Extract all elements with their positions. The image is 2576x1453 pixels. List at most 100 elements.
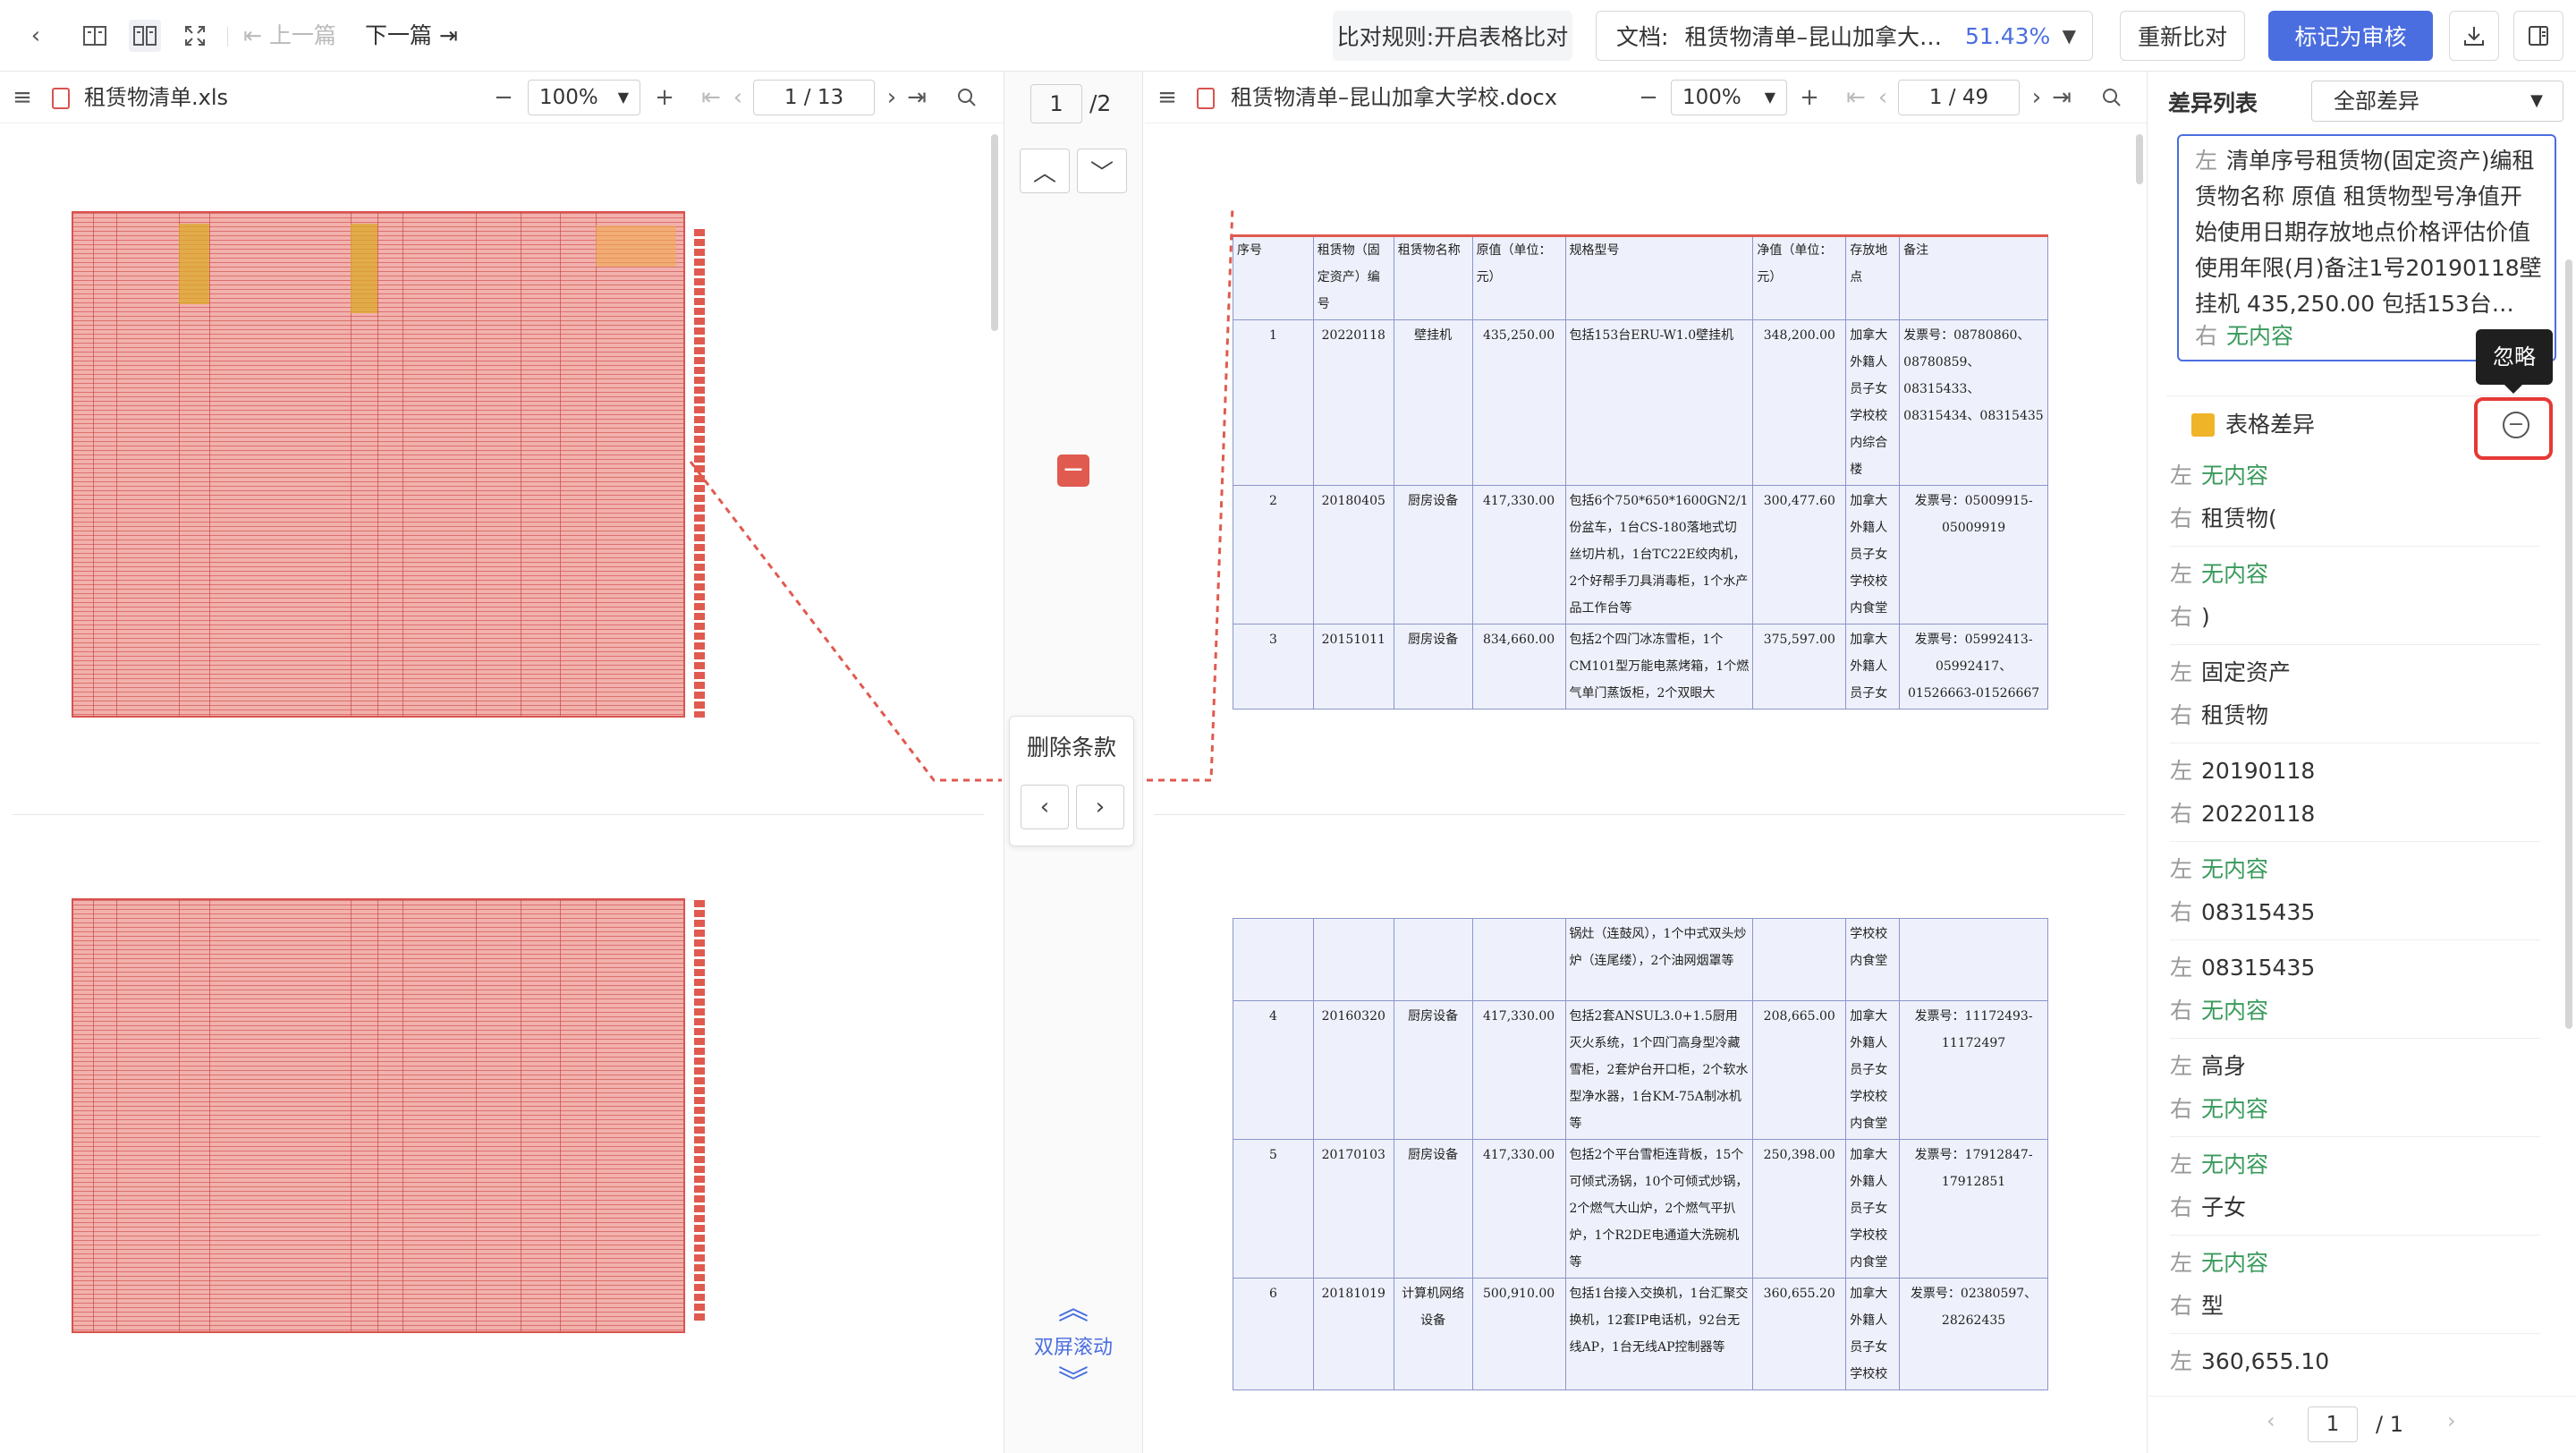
- table-cell: 834,660.00: [1471, 624, 1566, 710]
- diff-separator: [2170, 1136, 2540, 1137]
- prev-diff-button[interactable]: ︿: [1020, 149, 1070, 193]
- diff-item[interactable]: 左 360,655.10: [2170, 1340, 2540, 1383]
- menu-icon[interactable]: ≡: [1152, 82, 1182, 113]
- table-cell: 1: [1233, 319, 1314, 486]
- recompare-button[interactable]: 重新比对: [2120, 11, 2245, 61]
- right-zoom-value: 100%: [1682, 86, 1741, 109]
- download-button[interactable]: [2449, 11, 2499, 61]
- diff-separator: [2170, 546, 2540, 547]
- first-page-icon[interactable]: ⇤: [1841, 82, 1871, 113]
- compare-rule-button[interactable]: 比对规则:开启表格比对: [1333, 11, 1572, 61]
- diff-right-text: 租赁物(: [2201, 506, 2277, 531]
- sync-page-input[interactable]: 1: [1030, 84, 1082, 123]
- zoom-out-icon[interactable]: −: [1633, 82, 1664, 113]
- deleted-row-marker: [1233, 234, 2048, 237]
- ignore-button[interactable]: −: [2503, 412, 2529, 438]
- diff-item[interactable]: 左无内容右租赁物(: [2170, 455, 2540, 540]
- table-row: 锅灶（连鼓风），1个中式双头炒炉（连尾缕），2个油网烟罩等 学校校内食堂: [1233, 918, 2048, 1001]
- table-cell: 壁挂机: [1393, 319, 1473, 486]
- table-cell: 厨房设备: [1393, 1000, 1473, 1140]
- diff-item[interactable]: 左无内容右型: [2170, 1242, 2540, 1328]
- table-cell: 厨房设备: [1393, 624, 1473, 710]
- pager-next-icon[interactable]: ›: [2447, 1408, 2456, 1433]
- delete-marker-icon[interactable]: −: [1057, 455, 1089, 487]
- table-cell: 厨房设备: [1393, 1139, 1473, 1279]
- file-icon: [1197, 88, 1215, 109]
- scroll-up-double-icon[interactable]: ︽: [1055, 1294, 1091, 1324]
- table-row: 2 20180405 厨房设备 417,330.00 包括6个750*650*1…: [1233, 485, 2048, 625]
- mark-reviewed-button[interactable]: 标记为审核: [2268, 11, 2433, 61]
- left-label: 左: [2170, 463, 2193, 489]
- table-cell: 包括2个四门冰冻雪柜，1个CM101型万能电蒸烤箱，1个燃气单门蒸饭柜，2个双眼…: [1564, 624, 1754, 710]
- diff-next-button[interactable]: ›: [1076, 785, 1124, 829]
- document-select[interactable]: 文档: 租赁物清单–昆山加拿大… 51.43% ▼: [1596, 11, 2093, 61]
- diff-filter-select[interactable]: 全部差异 ▼: [2311, 81, 2563, 122]
- table-cell: 加拿大外籍人员子女学校校内食堂: [1845, 1000, 1901, 1140]
- table-cell: [1899, 918, 2048, 1001]
- pager-input[interactable]: 1: [2308, 1406, 2358, 1442]
- diff-item[interactable]: 左固定资产右租赁物: [2170, 651, 2540, 737]
- panel-icon: [2529, 26, 2548, 46]
- last-page-icon[interactable]: ⇥: [2046, 82, 2077, 113]
- search-icon[interactable]: [2097, 82, 2127, 113]
- next-diff-button[interactable]: ﹀: [1077, 149, 1127, 193]
- table-row: 1 20220118 壁挂机 435,250.00 包括153台ERU-W1.0…: [1233, 319, 2048, 486]
- table-cell: 360,655.20: [1752, 1278, 1847, 1390]
- table-cell: 包括2套ANSUL3.0+1.5厨用灭火系统，1个四门高身型冷藏雪柜，2套炉台开…: [1564, 1000, 1754, 1140]
- compare-rule-label: 比对规则:开启表格比对: [1336, 24, 1569, 50]
- ignore-tooltip: 忽略: [2476, 329, 2553, 385]
- diff-right-text: 20220118: [2201, 801, 2316, 827]
- right-label: 右: [2170, 998, 2193, 1024]
- diff-item[interactable]: 左无内容右 08315435: [2170, 848, 2540, 934]
- diff-item[interactable]: 左无内容右子女: [2170, 1143, 2540, 1229]
- prev-page-icon[interactable]: ‹: [1868, 82, 1898, 113]
- table-row: 4 20160320 厨房设备 417,330.00 包括2套ANSUL3.0+…: [1233, 1000, 2048, 1140]
- right-label: 右: [2170, 1096, 2193, 1122]
- left-label: 左: [2170, 659, 2193, 685]
- table-cell: 417,330.00: [1471, 1000, 1566, 1140]
- doc-table-page-2: 锅灶（连鼓风），1个中式双头炒炉（连尾缕），2个油网烟罩等 学校校内食堂 4 2…: [1233, 918, 2048, 1390]
- document-label: 文档:: [1616, 24, 1669, 50]
- scroll-down-double-icon[interactable]: ︾: [1055, 1367, 1091, 1398]
- diff-item[interactable]: 左无内容右): [2170, 553, 2540, 639]
- table-cell: 435,250.00: [1471, 319, 1566, 486]
- diff-filter-value: 全部差异: [2334, 89, 2419, 114]
- diff-right-text: ): [2201, 604, 2210, 630]
- right-page-input[interactable]: 1 / 49: [1898, 80, 2020, 115]
- right-zoom-select[interactable]: 100% ▼: [1671, 80, 1787, 115]
- table-cell: [1233, 918, 1314, 1001]
- right-label: 右: [2170, 1194, 2193, 1220]
- diff-type-label: 删除条款: [1026, 735, 1116, 760]
- diff-prev-button[interactable]: ‹: [1021, 785, 1069, 829]
- table-cell: 20170103: [1312, 1139, 1394, 1279]
- pager-prev-icon[interactable]: ‹: [2267, 1408, 2275, 1433]
- table-cell: 250,398.00: [1752, 1139, 1847, 1279]
- diff-item[interactable]: 左 20190118 右 20220118: [2170, 750, 2540, 836]
- dual-scroll-label[interactable]: 双屏滚动: [1020, 1331, 1127, 1360]
- table-cell: 厨房设备: [1393, 485, 1473, 625]
- tooltip-text: 忽略: [2493, 344, 2536, 370]
- left-label: 左: [2170, 1151, 2193, 1177]
- right-label: 右: [2170, 702, 2193, 728]
- doc-table-page-1: 序号 租赁物（固定资产）编号 租赁物名称 原值（单位：元） 规格型号 净值（单位…: [1233, 234, 2048, 710]
- table-cell: 发票号：05992413-05992417、01526663-01526667: [1899, 624, 2048, 710]
- table-cell: 发票号：17912847-17912851: [1899, 1139, 2048, 1279]
- left-label: 左: [2170, 1053, 2193, 1079]
- diff-separator: [2170, 1333, 2540, 1334]
- table-row: 3 20151011 厨房设备 834,660.00 包括2个四门冰冻雪柜，1个…: [1233, 624, 2048, 710]
- zoom-in-icon[interactable]: +: [1794, 82, 1825, 113]
- right-doc-scrollbar[interactable]: [2136, 134, 2143, 184]
- diff-panel-scrollbar[interactable]: [2565, 259, 2572, 1029]
- diff-item[interactable]: 左 08315435 右无内容: [2170, 947, 2540, 1032]
- left-label: 左: [2170, 758, 2193, 784]
- diff-item-selected[interactable]: 左清单序号租赁物(固定资产)编租赁物名称 原值 租赁物型号净值开始使用日期存放地…: [2177, 134, 2556, 361]
- table-cell: 锅灶（连鼓风），1个中式双头炒炉（连尾缕），2个油网烟罩等: [1564, 918, 1754, 1001]
- right-label: 右: [2170, 506, 2193, 531]
- download-icon: [2464, 27, 2484, 46]
- table-cell: 375,597.00: [1752, 624, 1847, 710]
- side-panel-toggle[interactable]: [2513, 11, 2563, 61]
- diff-item[interactable]: 左高身右无内容: [2170, 1045, 2540, 1131]
- diff-separator: [2170, 644, 2540, 645]
- diff-left-text: 高身: [2201, 1053, 2247, 1079]
- diff-left-text: 360,655.10: [2201, 1348, 2330, 1374]
